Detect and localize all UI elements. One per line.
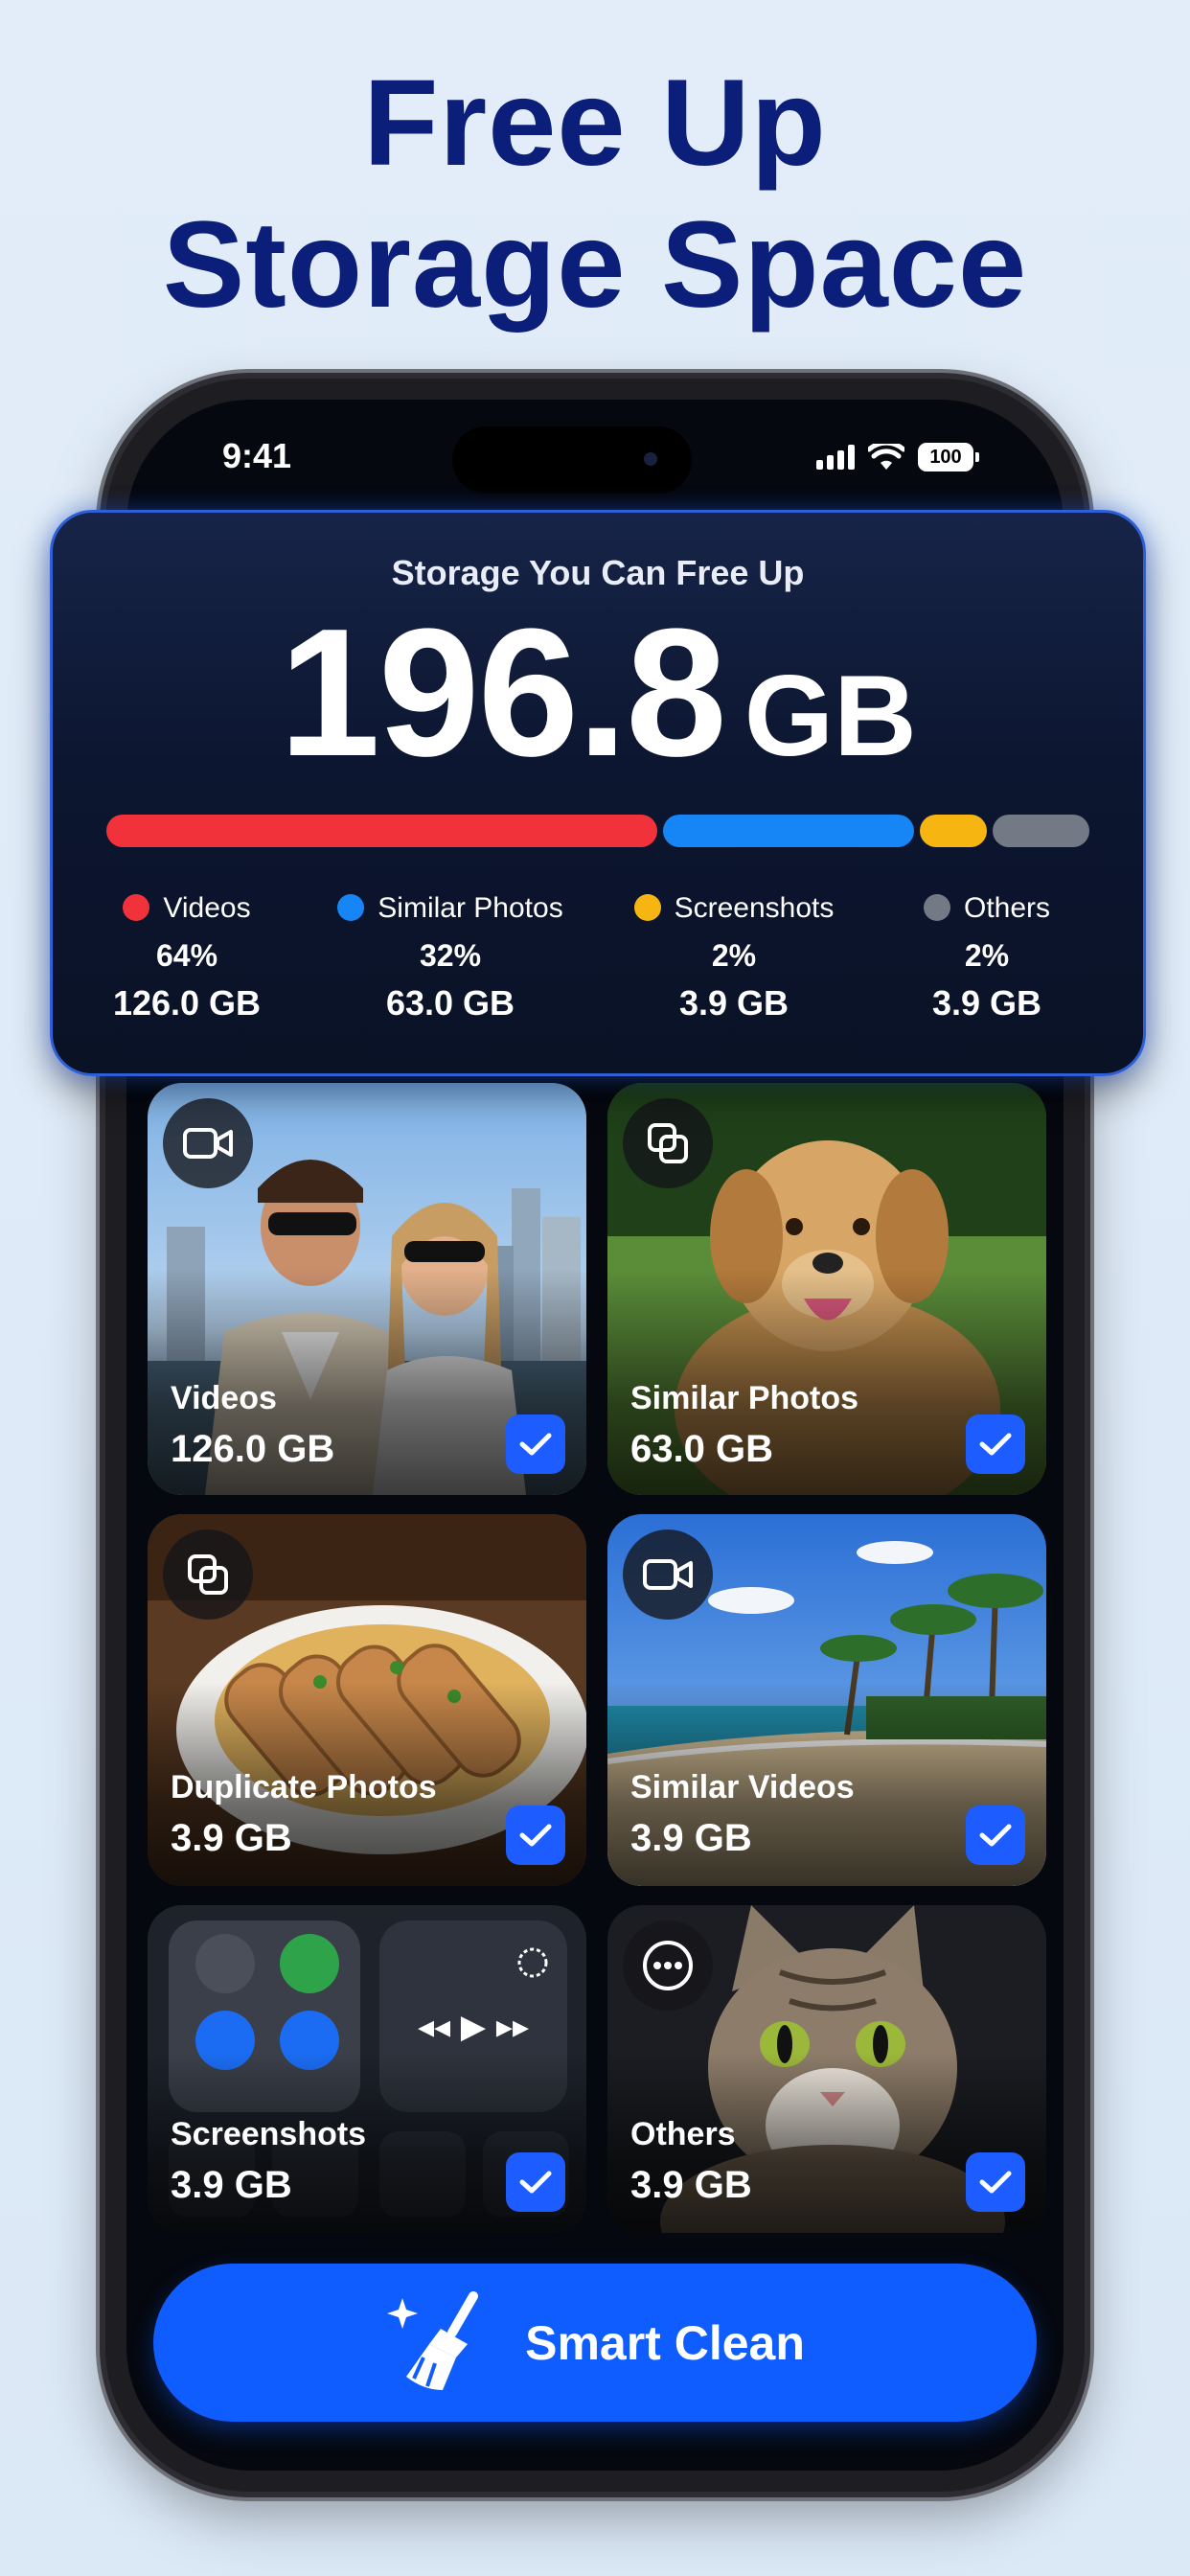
duplicate-photos-icon [163, 1530, 253, 1620]
tile-size: 3.9 GB [171, 2164, 292, 2206]
headline-line-1: Free Up [363, 55, 827, 192]
checkbox-checked-icon[interactable] [966, 1806, 1025, 1865]
legend-label: Others [963, 892, 1051, 924]
tile-size: 3.9 GB [630, 2164, 752, 2206]
more-icon [623, 1920, 713, 2011]
page: Free Up Storage Space 9:41 100 Storage Y… [0, 0, 1190, 2576]
legend-percent: 2% [964, 938, 1010, 973]
category-tile-others[interactable]: Others 3.9 GB [607, 1905, 1046, 2233]
video-camera-icon [623, 1530, 713, 1620]
similar-photos-icon [623, 1098, 713, 1188]
headline: Free Up Storage Space [0, 53, 1190, 336]
battery-icon: 100 [918, 443, 979, 472]
broom-sparkle-icon [387, 2290, 479, 2390]
bar-segment-similar-photos [662, 815, 914, 847]
tile-name: Others [630, 2116, 736, 2152]
legend-item-others: Others 2% 3.9 GB [859, 892, 1114, 1024]
category-tile-videos[interactable]: Videos 126.0 GB [148, 1083, 586, 1495]
storage-summary-card: Storage You Can Free Up 196.8 GB Videos 6… [50, 510, 1146, 1076]
camera-icon [644, 452, 657, 466]
tile-name: Duplicate Photos [171, 1769, 437, 1806]
wifi-icon [868, 444, 904, 470]
legend-size: 3.9 GB [931, 983, 1042, 1023]
smart-clean-button[interactable]: Smart Clean [153, 2264, 1037, 2422]
dynamic-island [452, 426, 692, 494]
legend-item-screenshots: Screenshots 2% 3.9 GB [608, 892, 859, 1024]
tile-size: 3.9 GB [171, 1817, 292, 1859]
status-icons: 100 [816, 443, 979, 472]
tile-size: 63.0 GB [630, 1428, 773, 1470]
legend-dot-videos [123, 894, 150, 921]
legend-percent: 2% [711, 938, 757, 973]
bar-segment-screenshots [919, 815, 988, 847]
category-tile-screenshots[interactable]: ◂◂ ▶ ▸▸ Screenshots 3.9 GB [148, 1905, 586, 2233]
checkbox-checked-icon[interactable] [506, 1806, 565, 1865]
bar-segment-others [993, 815, 1089, 847]
category-tile-similar-photos[interactable]: Similar Photos 63.0 GB [607, 1083, 1046, 1495]
smart-clean-label: Smart Clean [525, 2315, 805, 2370]
headline-line-2: Storage Space [162, 196, 1028, 334]
tile-size: 3.9 GB [630, 1817, 752, 1859]
legend-item-similar-photos: Similar Photos 32% 63.0 GB [292, 892, 608, 1024]
storage-amount-value: 196.8 [279, 591, 726, 794]
tile-name: Screenshots [171, 2116, 367, 2152]
svg-text:◂◂ ▶ ▸▸: ◂◂ ▶ ▸▸ [418, 2008, 529, 2046]
status-time: 9:41 [222, 436, 292, 475]
tile-name: Similar Videos [630, 1769, 855, 1806]
checkbox-checked-icon[interactable] [506, 2152, 565, 2212]
category-tile-duplicate-photos[interactable]: Duplicate Photos 3.9 GB [148, 1514, 586, 1886]
legend-dot-screenshots [633, 894, 661, 921]
tile-size: 126.0 GB [171, 1428, 335, 1470]
legend-percent: 32% [419, 938, 482, 973]
storage-amount-unit: GB [744, 652, 917, 780]
checkbox-checked-icon[interactable] [966, 2152, 1025, 2212]
legend-label: Videos [163, 892, 251, 924]
storage-card-title: Storage You Can Free Up [391, 553, 805, 592]
category-tile-similar-videos[interactable]: Similar Videos 3.9 GB [607, 1514, 1046, 1886]
legend-item-videos: Videos 64% 126.0 GB [81, 892, 292, 1024]
checkbox-checked-icon[interactable] [966, 1414, 1025, 1474]
tile-name: Videos [171, 1380, 277, 1416]
bar-segment-videos [106, 815, 657, 847]
tile-name: Similar Photos [630, 1380, 859, 1416]
storage-amount: 196.8 GB [53, 597, 1143, 789]
legend-size: 126.0 GB [112, 983, 262, 1023]
legend-dot-similar-photos [337, 894, 365, 921]
cellular-signal-icon [816, 445, 855, 470]
storage-breakdown-bar [106, 815, 1089, 847]
legend-dot-others [923, 894, 950, 921]
legend-size: 3.9 GB [678, 983, 790, 1023]
storage-legend: Videos 64% 126.0 GB Similar Photos 32% 6… [81, 892, 1114, 1024]
legend-size: 63.0 GB [385, 983, 515, 1023]
video-camera-icon [163, 1098, 253, 1188]
legend-percent: 64% [155, 938, 218, 973]
checkbox-checked-icon[interactable] [506, 1414, 565, 1474]
legend-label: Screenshots [674, 892, 835, 924]
legend-label: Similar Photos [378, 892, 563, 924]
